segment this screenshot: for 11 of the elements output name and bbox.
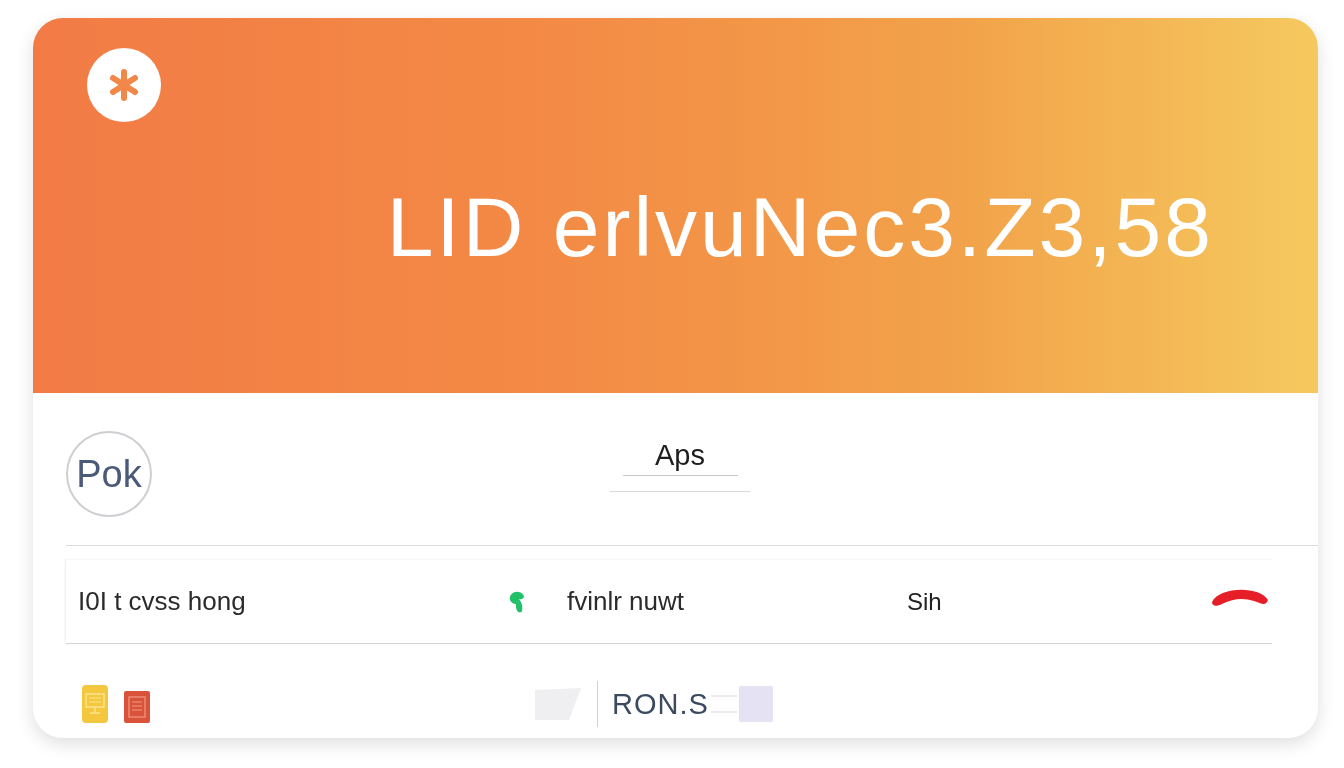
row-text: fvinlr nuwt — [567, 586, 686, 617]
asterisk-icon — [87, 48, 161, 122]
section-heading: Aps — [655, 438, 705, 472]
row-text: I0I t cvss hong — [78, 586, 247, 617]
row-text: Sih — [907, 587, 943, 616]
document-icon — [124, 691, 150, 723]
banner-title: LID erlvuNec3.Z3,58 — [385, 179, 1215, 276]
avatar: Pok — [66, 431, 152, 517]
monitor-icon — [82, 685, 108, 723]
footer-label: RON.S — [612, 687, 709, 721]
square-icon — [710, 686, 773, 722]
